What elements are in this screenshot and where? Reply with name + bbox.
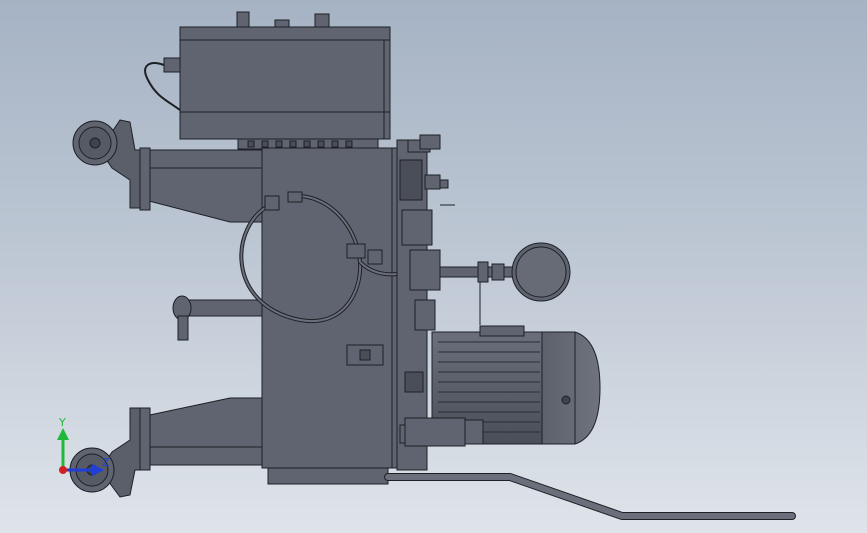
y-axis-label: Y: [58, 416, 66, 429]
z-axis-label: Z: [102, 456, 110, 469]
control-box: [179, 11, 391, 150]
tank-latch: [346, 344, 384, 366]
upper-frame-arm: [139, 147, 263, 223]
upper-caster-wheel: [72, 119, 141, 209]
lower-caster-wheel: [69, 407, 141, 498]
lower-frame-arm: [139, 397, 263, 471]
drag-handle: [384, 473, 796, 520]
cable-gland: [144, 57, 181, 111]
hydraulic-unit-drawing: Y Z: [57, 11, 796, 520]
pressure-gauge: [439, 242, 571, 325]
cad-viewport[interactable]: Y Z: [0, 0, 867, 533]
side-pipe: [172, 295, 263, 341]
pump-coupling: [404, 417, 484, 447]
y-axis-arrowhead: [57, 428, 69, 440]
x-axis-dot: [59, 466, 67, 474]
